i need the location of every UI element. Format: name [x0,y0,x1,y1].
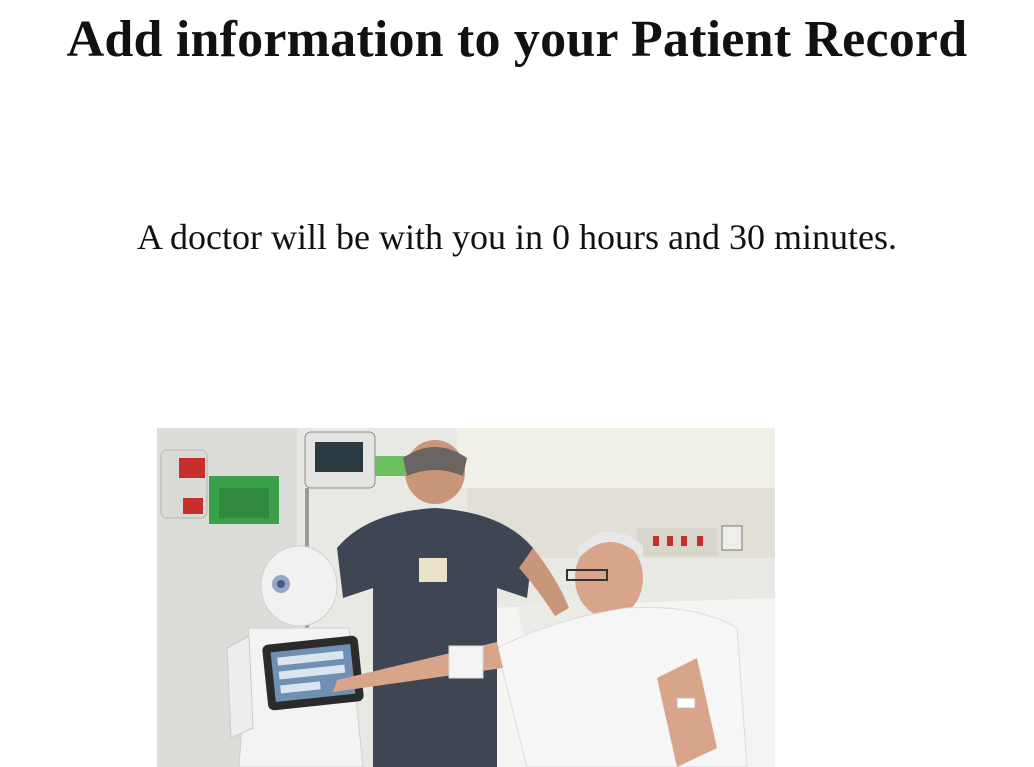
wait-time-message: A doctor will be with you in 0 hours and… [137,217,897,257]
page: Add information to your Patient Record A… [0,0,1034,767]
hospital-robot-photo [157,428,775,767]
photo-illustration [157,428,775,767]
page-title: Add information to your Patient Record [66,11,968,68]
